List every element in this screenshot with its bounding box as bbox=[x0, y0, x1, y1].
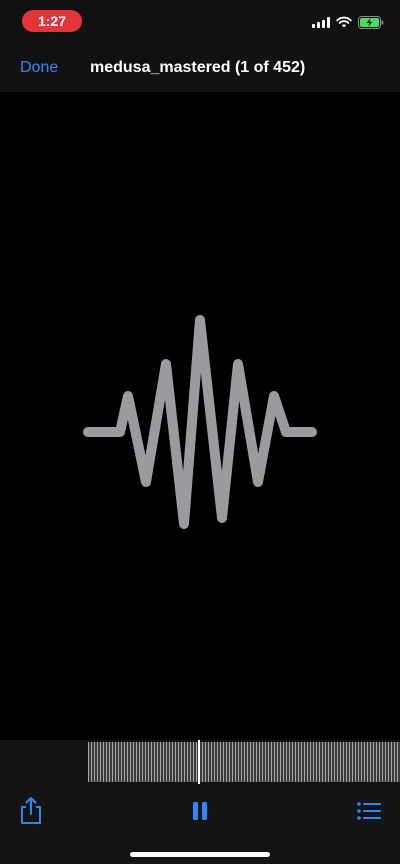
battery-charging-icon bbox=[358, 15, 384, 29]
status-bar: 1:27 bbox=[0, 0, 400, 44]
home-indicator[interactable] bbox=[130, 852, 270, 857]
done-button[interactable]: Done bbox=[20, 44, 58, 92]
wifi-icon bbox=[336, 16, 352, 28]
status-icons bbox=[312, 14, 384, 30]
signal-icon bbox=[312, 16, 330, 28]
share-icon bbox=[21, 797, 41, 824]
list-icon bbox=[357, 802, 381, 820]
audio-scrubber[interactable] bbox=[88, 742, 400, 782]
share-button[interactable] bbox=[18, 796, 44, 826]
list-button[interactable] bbox=[356, 800, 382, 822]
pause-button[interactable] bbox=[190, 801, 210, 821]
scrubber-bar bbox=[0, 740, 400, 784]
page-title: medusa_mastered (1 of 452) bbox=[90, 59, 306, 76]
scrubber-playhead[interactable] bbox=[198, 740, 200, 784]
pause-icon bbox=[193, 802, 207, 820]
audio-waveform-icon bbox=[83, 315, 317, 529]
status-time[interactable]: 1:27 bbox=[22, 10, 82, 32]
nav-bar: Done medusa_mastered (1 of 452) bbox=[0, 44, 400, 92]
audio-preview[interactable] bbox=[0, 92, 400, 740]
